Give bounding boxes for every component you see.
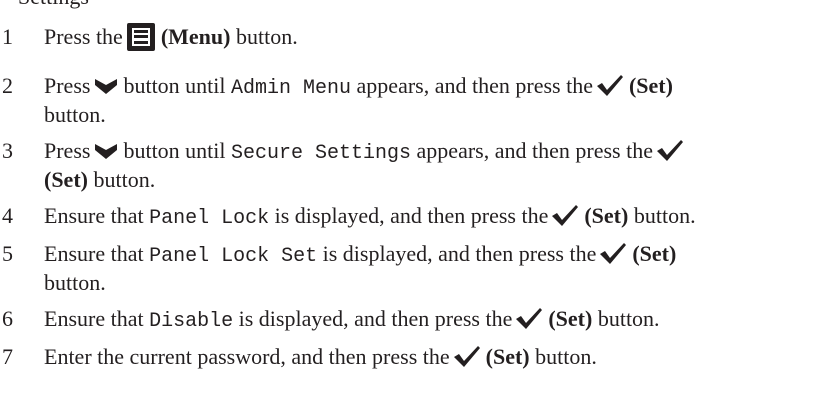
step-number: 2: [2, 73, 13, 98]
step-text: Ensure that Panel Lock Set is displayed,…: [44, 241, 677, 295]
step-text: Enter the current password, and then pre…: [44, 344, 597, 369]
code-text: Panel Lock: [149, 207, 270, 230]
checkmark-icon: [453, 344, 481, 368]
step-text: Ensure that Panel Lock is displayed, and…: [44, 203, 696, 230]
step-number: 1: [2, 24, 13, 49]
checkmark-icon: [596, 73, 624, 97]
code-text: Disable: [149, 310, 234, 333]
down-arrow-icon: [94, 77, 118, 95]
code-text: Secure Settings: [231, 142, 412, 165]
step-text: Ensure that Disable is displayed, and th…: [44, 306, 660, 333]
clipped-heading-fragment: Settings: [18, 0, 89, 8]
checkmark-icon: [599, 241, 627, 265]
menu-button-icon: [126, 22, 155, 51]
step-text: Press button until Secure Settings appear…: [44, 138, 831, 193]
checkmark-icon: [656, 138, 684, 162]
instruction-page: Settings 1 Press the(Menu) button. 2 Pre…: [0, 0, 839, 397]
step-text: Press the (Menu) button.: [44, 22, 298, 51]
step-number: 5: [2, 241, 13, 266]
step-number: 3: [2, 138, 13, 163]
down-arrow-icon: [94, 142, 118, 160]
step-text: Press button until Admin Menu appears, an…: [44, 73, 673, 127]
code-text: Panel Lock Set: [149, 245, 318, 268]
step-number: 6: [2, 306, 13, 331]
checkmark-icon: [515, 306, 543, 330]
step-number: 7: [2, 344, 13, 369]
code-text: Admin Menu: [231, 77, 352, 100]
step-number: 4: [2, 203, 13, 228]
checkmark-icon: [551, 203, 579, 227]
